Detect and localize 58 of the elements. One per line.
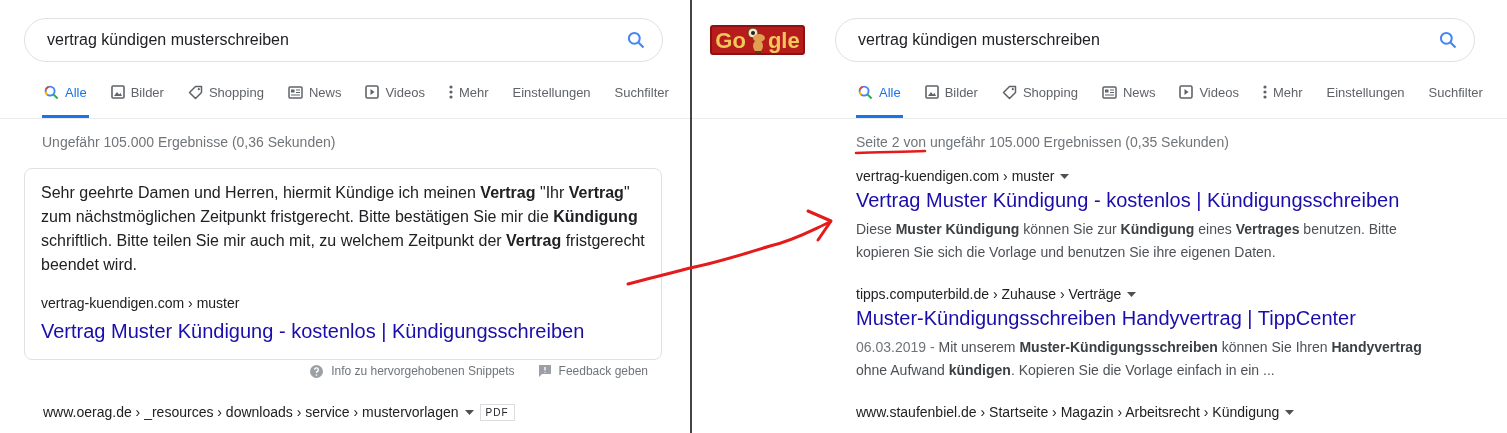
play-icon [1179, 85, 1194, 100]
logo-text: Go [715, 26, 746, 55]
result-stats: Ungefähr 105.000 Ergebnisse (0,36 Sekunden) [42, 134, 336, 150]
search-input[interactable]: vertrag kündigen musterschreiben [45, 27, 626, 53]
result-title-link[interactable]: Vertrag Muster Kündigung - kostenlos | Kündigungsschreiben [41, 318, 585, 344]
tag-icon [1001, 84, 1017, 100]
mouse-drawing [745, 27, 768, 53]
tag-icon [187, 84, 203, 100]
more-icon [1262, 85, 1267, 100]
feedback-icon[interactable] [538, 365, 551, 377]
tab[interactable]: Shopping [999, 82, 1080, 118]
newspaper-icon [1101, 85, 1117, 99]
caret-icon[interactable] [1060, 174, 1070, 179]
search-input[interactable]: vertrag kündigen musterschreiben [856, 27, 1438, 53]
tab[interactable]: Videos [1177, 82, 1241, 118]
play-icon [365, 85, 380, 100]
tab[interactable]: Mehr [446, 82, 491, 118]
result-url: www.staufenbiel.de › Startseite › Magazin › Arbeitsrecht › Kündigung [856, 403, 1280, 422]
search-icon[interactable] [626, 30, 646, 50]
caret-icon[interactable] [1127, 292, 1137, 297]
caret-icon[interactable] [1285, 410, 1295, 415]
tab[interactable]: Einstellungen [1324, 82, 1407, 118]
result-title-link[interactable]: Vertrag Muster Kündigung - kostenlos | Kündigungsschreiben [856, 187, 1400, 213]
result-description: Diese Muster Kündigung können Sie zur Kündigung eines Vertrages benutzen. Bitte kopieren Sie sich die Vorlage und benutzen Sie ihre eigenen Daten. [856, 220, 1398, 262]
result-stats: Seite 2 von ungefähr 105.000 Ergebnissen (0,35 Sekunden) [856, 134, 1229, 150]
tab[interactable]: News [285, 82, 344, 118]
tab[interactable]: Bilder [108, 82, 166, 118]
tab[interactable]: Videos [363, 82, 427, 118]
tab[interactable]: Alle [856, 82, 903, 118]
snippet-footer-link[interactable]: Feedback geben [558, 362, 648, 380]
result-title-link[interactable]: Muster-Kündigungsschreiben Handyvertrag | TippCenter [856, 305, 1356, 331]
logo-banner[interactable]: Go gle [710, 25, 805, 55]
tab[interactable]: Suchfilter [1426, 82, 1485, 118]
tab[interactable]: Einstellungen [510, 82, 593, 118]
tab[interactable]: Suchfilter [612, 82, 671, 118]
result-url: vertrag-kuendigen.com › muster [41, 294, 240, 313]
tab[interactable]: Mehr [1260, 82, 1305, 118]
search-icon[interactable] [1438, 30, 1458, 50]
snippet-text: Sehr geehrte Damen und Herren, hiermit Kündige ich meinen Vertrag "Ihr Vertrag" zum nächstmöglichen Zeitpunkt fristgerecht. Bitte bestätigen Sie mir die Kündigung schriftlich. Bitte teilen Sie mir auch mit, zu welchem Zeitpunkt der Vertrag fristgerecht beendet wird. [41, 183, 645, 275]
tab[interactable]: Shopping [185, 82, 266, 118]
tab[interactable]: Alle [42, 82, 89, 118]
result-url: vertrag-kuendigen.com › muster [856, 167, 1055, 186]
result-description: 06.03.2019 - Mit unserem Muster-Kündigungsschreiben können Sie Ihren Handyvertrag ohne Aufwand kündigen. Kopieren Sie die Vorlage einfach in ein ... [856, 338, 1422, 380]
image-icon [924, 85, 939, 100]
snippet-footer-link[interactable]: Info zu hervorgehobenen Snippets [331, 362, 515, 380]
more-icon [448, 85, 453, 100]
image-icon [110, 85, 125, 100]
help-icon[interactable] [310, 364, 324, 378]
search-icon [858, 84, 873, 100]
result-url: www.oerag.de › _resources › downloads › service › mustervorlagen [43, 403, 459, 422]
search-icon [44, 84, 59, 100]
tab[interactable]: Bilder [922, 82, 980, 118]
logo-text: gle [767, 26, 800, 55]
newspaper-icon [287, 85, 303, 99]
result-url: tipps.computerbild.de › Zuhause › Verträge [856, 285, 1122, 304]
file-type-label: PDF [479, 404, 515, 421]
tab[interactable]: News [1099, 82, 1158, 118]
caret-icon[interactable] [464, 410, 474, 415]
